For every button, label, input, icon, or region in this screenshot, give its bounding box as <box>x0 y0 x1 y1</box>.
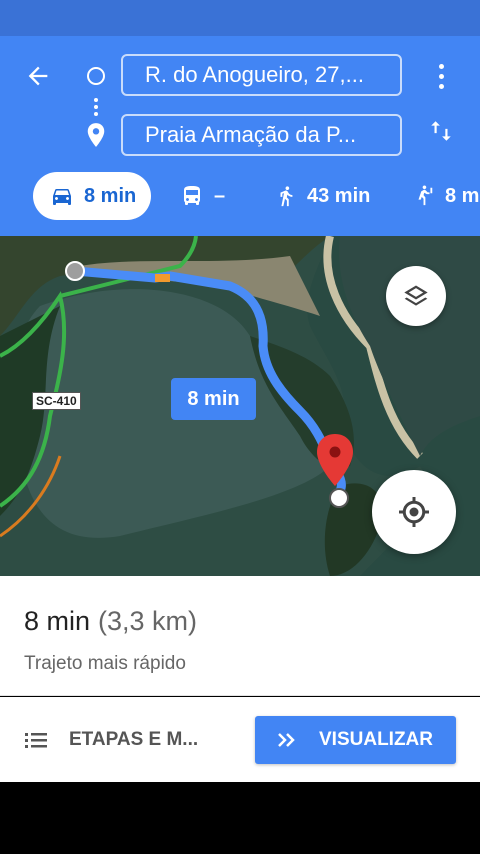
mode-driving-label: 8 min <box>84 184 137 207</box>
list-icon <box>25 733 47 748</box>
ride-icon <box>418 185 433 206</box>
my-location-button[interactable] <box>372 470 456 554</box>
route-distance: (3,3 km) <box>98 606 198 636</box>
route-description: Trajeto mais rápido <box>24 653 186 674</box>
origin-circle-icon <box>87 67 105 85</box>
bus-icon <box>184 186 200 205</box>
mode-walking-tab[interactable]: 43 min <box>275 172 370 220</box>
mode-transit-tab[interactable]: – <box>180 172 225 220</box>
my-location-icon <box>399 497 429 527</box>
route-info-panel[interactable]: 8 min (3,3 km) Trajeto mais rápido <box>0 576 480 696</box>
destination-pin-icon <box>87 123 105 147</box>
mode-ride-label: 8 m <box>445 184 480 207</box>
mode-transit-label: – <box>214 184 226 207</box>
directions-header: R. do Anogueiro, 27,... Praia Armação da… <box>0 36 480 236</box>
route-summary: 8 min (3,3 km) <box>24 606 197 637</box>
destination-field[interactable]: Praia Armação da P... <box>121 114 402 156</box>
more-options-button[interactable] <box>426 56 456 96</box>
layers-button[interactable] <box>386 266 446 326</box>
mode-driving-tab[interactable]: 8 min <box>33 172 151 220</box>
route-time: 8 min <box>24 606 91 636</box>
travel-modes: 8 min – 43 min 8 m <box>0 172 480 222</box>
layers-icon <box>404 285 428 306</box>
back-button[interactable] <box>18 56 58 96</box>
route-actions: ETAPAS E M... VISUALIZAR <box>0 697 480 782</box>
preview-button[interactable]: VISUALIZAR <box>255 716 456 764</box>
car-icon <box>53 189 71 205</box>
double-chevron-right-icon <box>278 733 295 747</box>
walk-icon <box>280 186 293 207</box>
road-label: SC-410 <box>32 392 81 410</box>
steps-label: ETAPAS E M... <box>69 729 199 750</box>
swap-button[interactable] <box>424 114 458 148</box>
map-view[interactable]: SC-410 8 min <box>0 236 480 576</box>
status-bar <box>0 0 480 36</box>
swap-vertical-icon <box>431 121 451 141</box>
steps-button[interactable]: ETAPAS E M... <box>25 725 198 755</box>
origin-field[interactable]: R. do Anogueiro, 27,... <box>121 54 402 96</box>
preview-label: VISUALIZAR <box>319 729 433 750</box>
route-dots-icon <box>94 98 98 116</box>
arrow-back-icon <box>28 66 48 86</box>
mode-walking-label: 43 min <box>307 184 371 207</box>
system-nav-bar <box>0 782 480 854</box>
mode-ride-tab[interactable]: 8 m <box>413 172 479 220</box>
route-duration-chip[interactable]: 8 min <box>171 378 256 420</box>
